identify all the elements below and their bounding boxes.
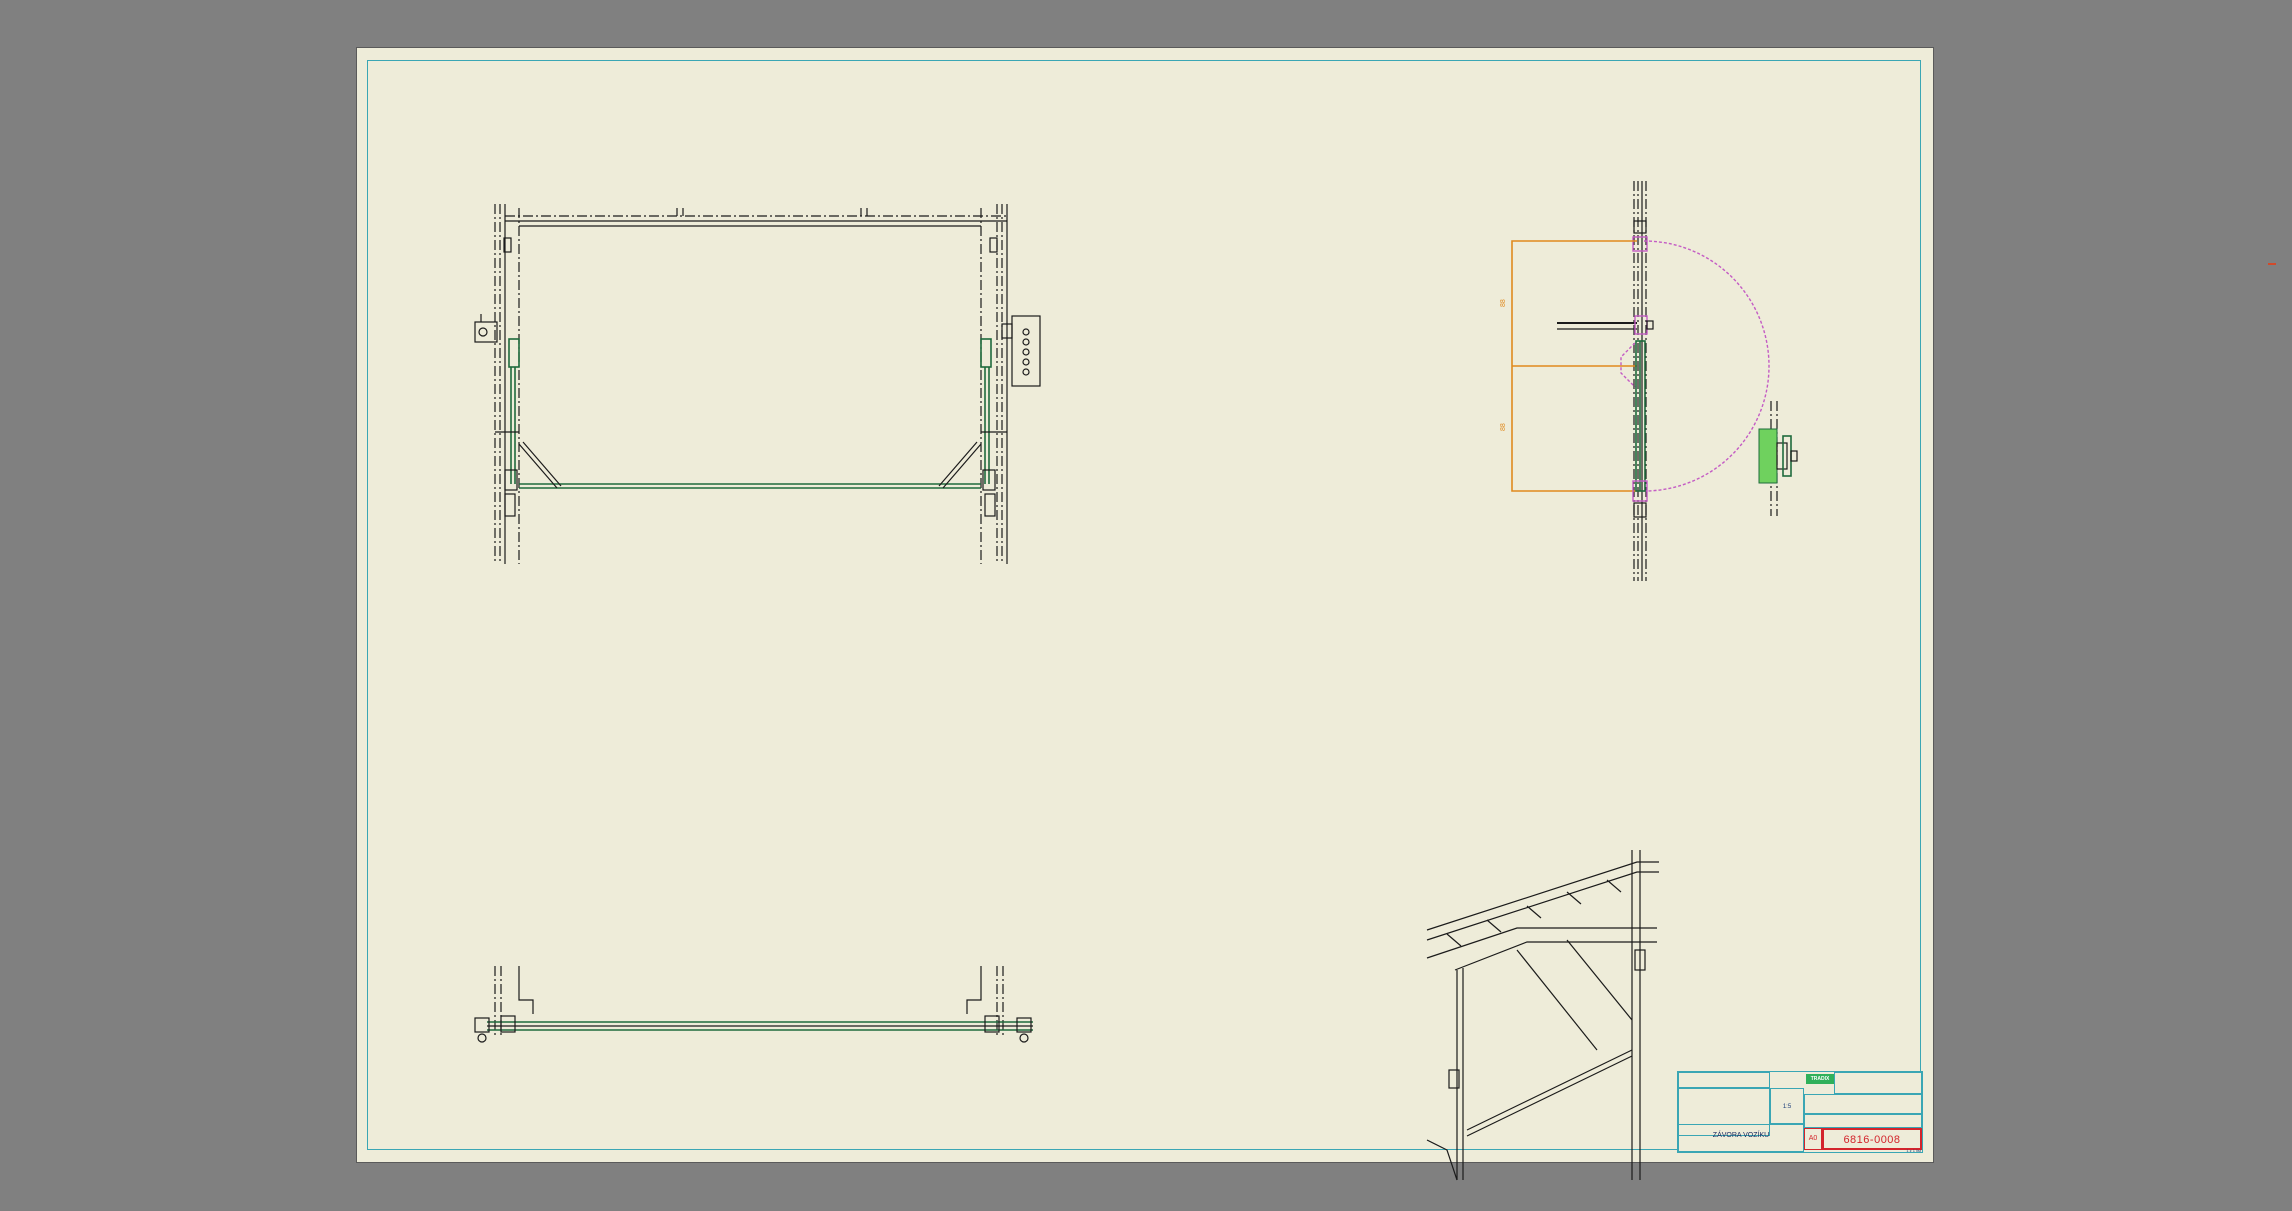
- stray-mark: [2268, 263, 2276, 265]
- company-logo: TRADIX: [1806, 1074, 1834, 1084]
- company-info: [1834, 1072, 1922, 1094]
- revision-table: [1678, 1072, 1770, 1088]
- drawing-sheet[interactable]: 88 88 ZÁVORA VOZÍKU 1:5 TRADIX A0 6816-0…: [357, 48, 1933, 1181]
- material-cell: [1804, 1094, 1922, 1114]
- drawing-viewport[interactable]: 88 88 ZÁVORA VOZÍKU 1:5 TRADIX A0 6816-0…: [0, 0, 2292, 1211]
- title-block: ZÁVORA VOZÍKU 1:5 TRADIX A0 6816-0008 1 …: [1677, 1071, 1923, 1153]
- dimension-upper: 88: [1500, 299, 1507, 307]
- dimension-lower: 88: [1500, 423, 1507, 431]
- isometric-view[interactable]: [1426, 850, 1667, 1181]
- top-view[interactable]: [457, 966, 1037, 1066]
- format-label: A0: [1804, 1128, 1822, 1150]
- side-view[interactable]: 88 88: [1500, 181, 1807, 581]
- scale-cell: 1:5: [1770, 1088, 1804, 1124]
- note-cell: [1804, 1114, 1922, 1128]
- front-view[interactable]: [457, 204, 1041, 564]
- drawing-title: ZÁVORA VOZÍKU: [1678, 1124, 1804, 1152]
- drawing-number: 6816-0008: [1822, 1128, 1922, 1150]
- sheet-count: 1 z 1 list: [1906, 1148, 1921, 1153]
